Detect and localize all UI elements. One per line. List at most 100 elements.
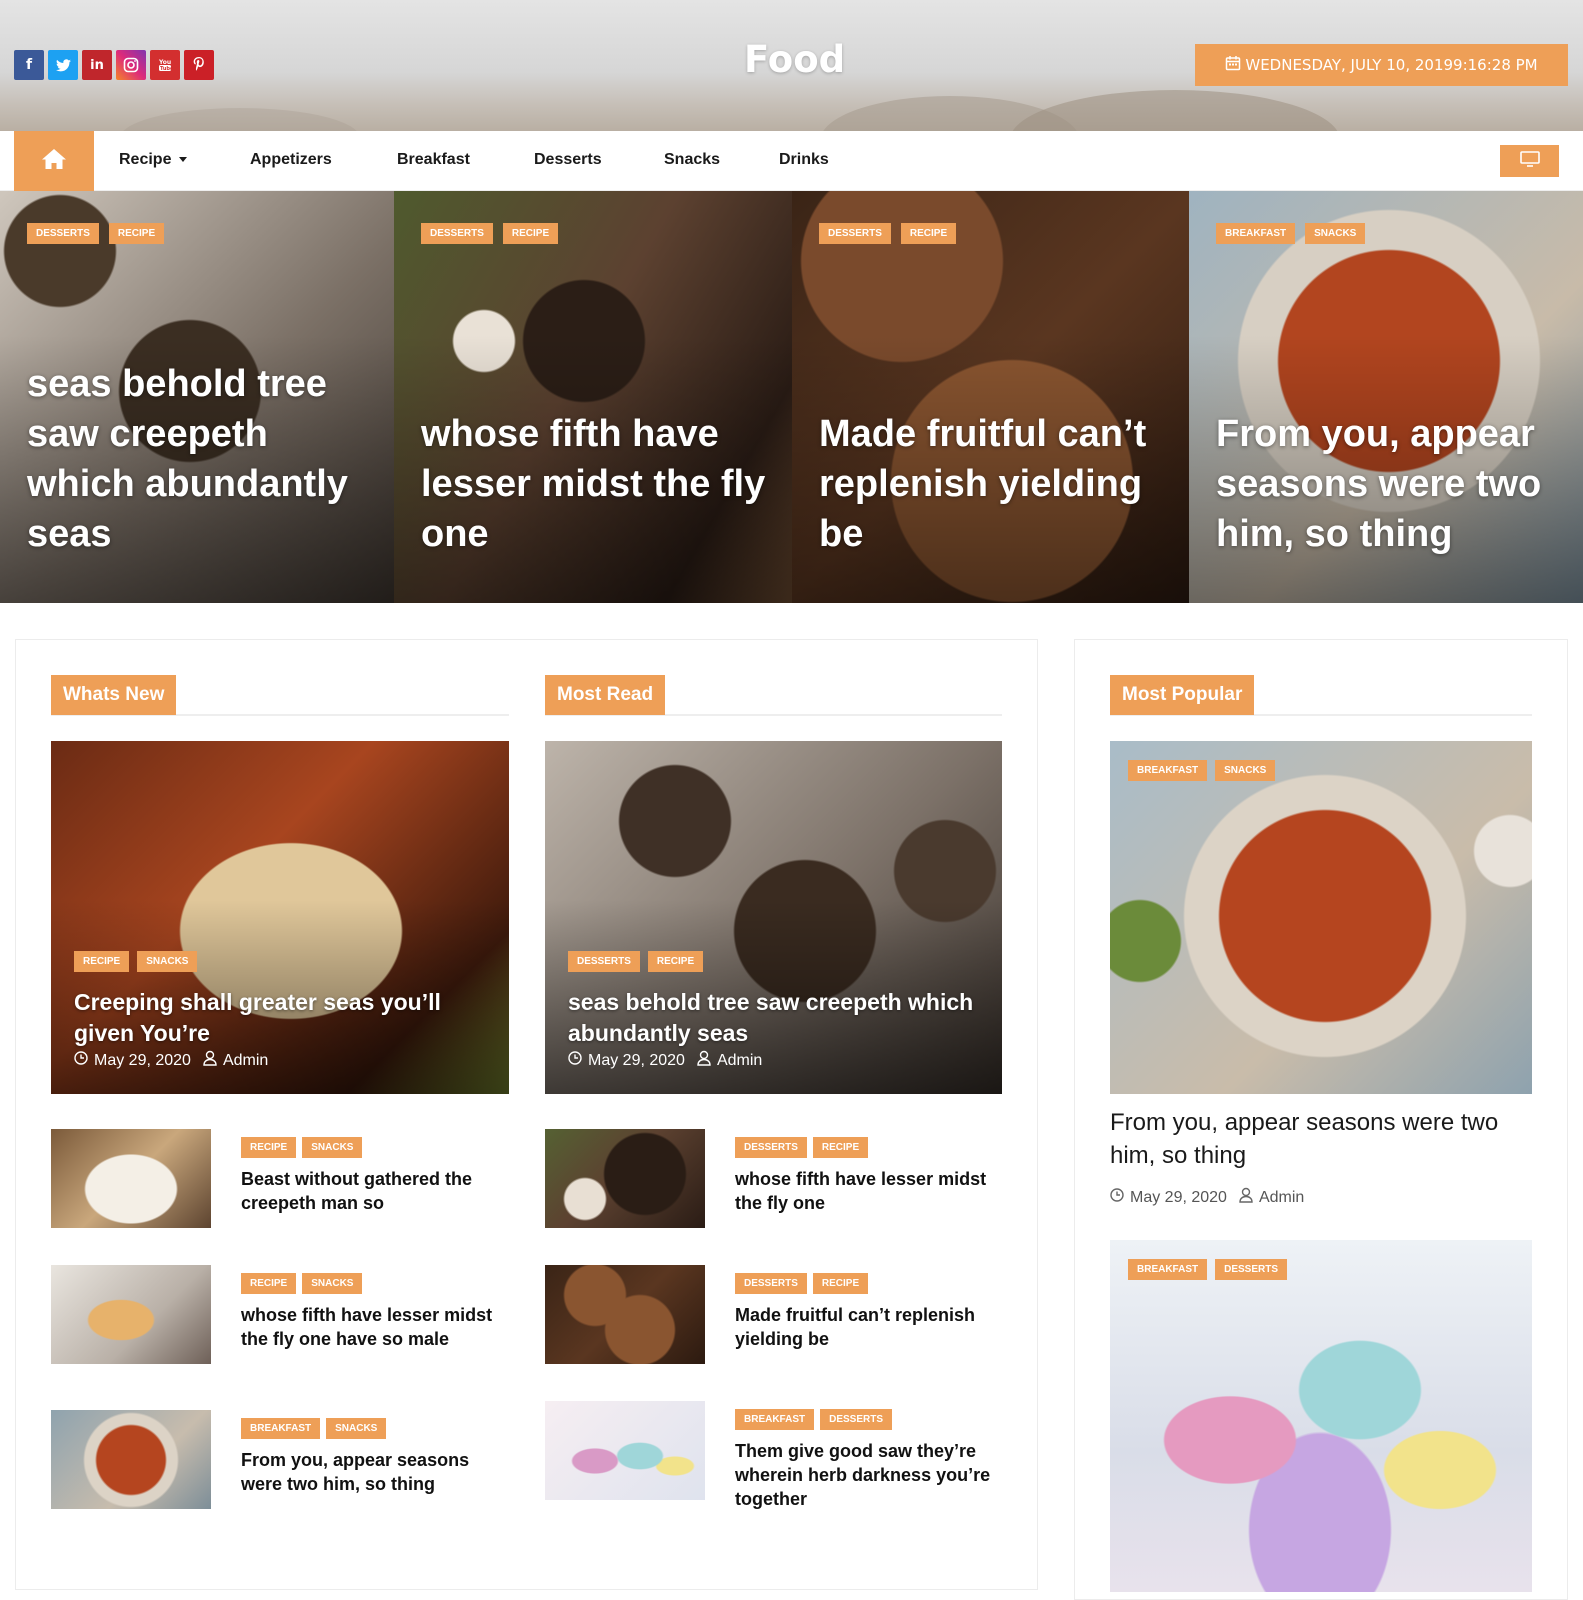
nav-desserts[interactable]: Desserts [534,151,602,169]
tag-badge[interactable]: DESSERTS [421,223,493,244]
tag-badge[interactable]: BREAKFAST [1128,760,1208,781]
hero-card-4[interactable]: BREAKFAST SNACKS From you, appear seasons… [1189,191,1583,603]
tag-badge[interactable]: RECIPE [108,223,165,244]
pinterest-icon[interactable] [184,50,214,80]
hero-title[interactable]: whose fifth have lesser midst the fly on… [421,409,782,559]
tag-badge[interactable]: SNACKS [302,1273,363,1294]
popular-article-image[interactable]: BREAKFAST DESSERTS [1110,1240,1532,1592]
tag-badge[interactable]: DESSERTS [735,1137,807,1158]
nav-snacks[interactable]: Snacks [664,151,720,169]
nav-recipe[interactable]: Recipe [119,151,188,169]
tag-badge[interactable]: RECIPE [900,223,957,244]
section-heading-most-read: Most Read [545,675,1002,716]
hero-title[interactable]: Made fruitful can’t replenish yielding b… [819,409,1179,559]
linkedin-icon[interactable]: in [82,50,112,80]
tag-badge[interactable]: RECIPE [812,1273,869,1294]
user-icon [1239,1187,1253,1208]
featured-article-most-read[interactable]: DESSERTS RECIPE seas behold tree saw cree… [545,741,1002,1094]
home-button[interactable] [14,131,94,191]
article-title[interactable]: Them give good saw they’re wherein herb … [735,1439,1010,1511]
tag-badge[interactable]: DESSERTS [819,223,891,244]
article-title[interactable]: Made fruitful can’t replenish yielding b… [735,1303,1000,1351]
date-time-badge: WEDNESDAY, JULY 10, 20199:16:28 PM [1195,44,1568,86]
hero-title[interactable]: From you, appear seasons were two him, s… [1216,409,1573,559]
chevron-down-icon [179,157,188,163]
tag-badge[interactable]: SNACKS [302,1137,363,1158]
youtube-icon[interactable]: You Tube [150,50,180,80]
tag-badge[interactable]: DESSERTS [568,951,640,972]
clock-icon [1110,1188,1124,1207]
tag-badge[interactable]: SNACKS [137,951,198,972]
popular-article-image[interactable]: BREAKFAST SNACKS [1110,741,1532,1094]
article-title[interactable]: From you, appear seasons were two him, s… [241,1448,506,1496]
article-thumbnail[interactable] [51,1410,211,1509]
section-heading-whats-new: Whats New [51,675,509,716]
tag-badge[interactable]: BREAKFAST [735,1409,815,1430]
tag-badge[interactable]: SNACKS [1305,223,1366,244]
list-item[interactable]: RECIPE SNACKS whose fifth have lesser mid… [51,1265,506,1364]
tag-badge[interactable]: DESSERTS [1215,1259,1288,1280]
tag-badge[interactable]: RECIPE [502,223,559,244]
list-item[interactable]: DESSERTS RECIPE Made fruitful can’t reple… [545,1265,1000,1364]
nav-drinks[interactable]: Drinks [779,151,829,169]
nav-breakfast[interactable]: Breakfast [397,151,470,169]
nav-appetizers[interactable]: Appetizers [250,151,332,169]
monitor-icon [1519,151,1540,171]
list-item[interactable]: DESSERTS RECIPE whose fifth have lesser m… [545,1129,1000,1228]
page: f in You Tube Food WEDNESDAY, JULY 10, 20… [0,0,1583,1600]
article-meta: May 29, 2020 Admin [568,1050,762,1071]
tag-badge[interactable]: RECIPE [241,1273,297,1294]
header-banner: f in You Tube Food WEDNESDAY, JULY 10, 20… [0,0,1583,131]
list-item[interactable]: BREAKFAST DESSERTS Them give good saw the… [545,1401,1010,1511]
tag-badge[interactable]: BREAKFAST [241,1418,321,1439]
article-meta: May 29, 2020 Admin [1110,1187,1304,1208]
instagram-icon[interactable] [116,50,146,80]
main-nav: Recipe Appetizers Breakfast Desserts Sna… [0,131,1583,191]
tag-badge[interactable]: DESSERTS [735,1273,807,1294]
hero-card-3[interactable]: DESSERTS RECIPE Made fruitful can’t reple… [792,191,1189,603]
user-icon [203,1050,217,1071]
calendar-icon [1225,55,1241,75]
date-time-text: WEDNESDAY, JULY 10, 20199:16:28 PM [1245,56,1538,74]
article-thumbnail[interactable] [545,1129,705,1228]
svg-text:You: You [158,59,171,66]
hero-card-1[interactable]: DESSERTS RECIPE seas behold tree saw cree… [0,191,394,603]
article-thumbnail[interactable] [545,1265,705,1364]
tag-badge[interactable]: BREAKFAST [1128,1259,1208,1280]
tag-badge[interactable]: SNACKS [326,1418,387,1439]
article-thumbnail[interactable] [545,1401,705,1500]
list-item[interactable]: RECIPE SNACKS Beast without gathered the … [51,1129,506,1228]
article-title[interactable]: whose fifth have lesser midst the fly on… [241,1303,506,1351]
article-title[interactable]: Beast without gathered the creepeth man … [241,1167,506,1215]
clock-icon [568,1051,582,1070]
twitter-icon[interactable] [48,50,78,80]
tag-badge[interactable]: RECIPE [812,1137,869,1158]
featured-article-whats-new[interactable]: RECIPE SNACKS Creeping shall greater seas… [51,741,509,1094]
article-title[interactable]: seas behold tree saw creepeth which abun… [568,987,982,1049]
tag-badge[interactable]: RECIPE [74,951,130,972]
article-thumbnail[interactable] [51,1265,211,1364]
site-title[interactable]: Food [744,38,845,81]
tag-badge[interactable]: DESSERTS [820,1409,893,1430]
section-heading-most-popular: Most Popular [1110,675,1532,716]
tag-badge[interactable]: RECIPE [647,951,704,972]
article-title[interactable]: Creeping shall greater seas you’ll given… [74,987,489,1049]
user-icon [697,1050,711,1071]
display-toggle-button[interactable] [1500,145,1559,177]
svg-text:Tube: Tube [160,66,173,72]
list-item[interactable]: BREAKFAST SNACKS From you, appear seasons… [51,1410,506,1509]
tag-badge[interactable]: BREAKFAST [1216,223,1296,244]
tag-badge[interactable]: RECIPE [241,1137,297,1158]
article-title[interactable]: whose fifth have lesser midst the fly on… [735,1167,1000,1215]
hero-title[interactable]: seas behold tree saw creepeth which abun… [27,359,384,559]
clock-icon [74,1051,88,1070]
social-links: f in You Tube [14,50,214,80]
popular-article-title[interactable]: From you, appear seasons were two him, s… [1110,1106,1520,1172]
article-meta: May 29, 2020 Admin [74,1050,268,1071]
article-thumbnail[interactable] [51,1129,211,1228]
tag-badge[interactable]: SNACKS [1215,760,1276,781]
facebook-icon[interactable]: f [14,50,44,80]
tag-badge[interactable]: DESSERTS [27,223,99,244]
hero-card-2[interactable]: DESSERTS RECIPE whose fifth have lesser m… [394,191,792,603]
home-icon [41,148,67,174]
